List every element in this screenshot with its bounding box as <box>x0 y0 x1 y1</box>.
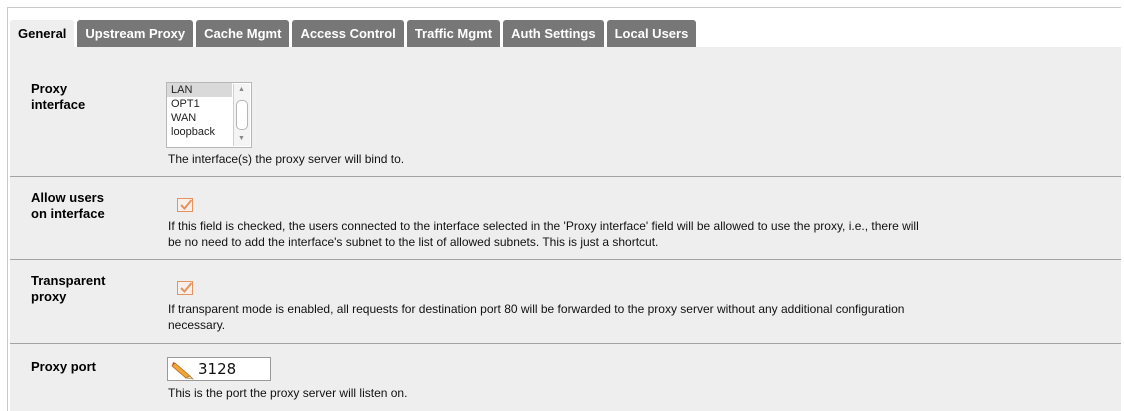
allow-users-label-line1: Allow users <box>31 190 104 205</box>
proxy-interface-label: Proxy interface <box>31 81 85 113</box>
allow-users-label-line2: on interface <box>31 206 105 221</box>
tab-cache-mgmt[interactable]: Cache Mgmt <box>196 20 290 47</box>
proxy-port-description: This is the port the proxy server will l… <box>168 386 408 400</box>
tab-access-control[interactable]: Access Control <box>292 20 404 47</box>
row-divider <box>10 176 1121 177</box>
listbox-option-opt1[interactable]: OPT1 <box>167 97 232 111</box>
row-divider <box>10 343 1121 344</box>
tab-auth-settings[interactable]: Auth Settings <box>503 20 604 47</box>
proxy-port-field[interactable] <box>167 357 271 381</box>
proxy-interface-description: The interface(s) the proxy server will b… <box>168 152 405 166</box>
listbox-scrollbar[interactable]: ▲ ▼ <box>233 84 250 146</box>
tab-upstream-proxy[interactable]: Upstream Proxy <box>77 20 194 47</box>
transparent-proxy-label-line2: proxy <box>31 289 67 304</box>
tab-general[interactable]: General <box>10 20 75 47</box>
tab-local-users[interactable]: Local Users <box>606 20 697 47</box>
checkmark-icon <box>180 282 193 293</box>
transparent-proxy-label: Transparent proxy <box>31 273 105 305</box>
row-divider <box>10 259 1121 260</box>
allow-users-checkbox[interactable] <box>177 198 193 212</box>
transparent-proxy-description-line1: If transparent mode is enabled, all requ… <box>168 302 905 316</box>
allow-users-description: If this field is checked, the users conn… <box>168 218 1113 250</box>
listbox-option-loopback[interactable]: loopback <box>167 125 232 139</box>
tab-bar: General Upstream Proxy Cache Mgmt Access… <box>10 20 697 47</box>
proxy-interface-label-line1: Proxy <box>31 81 68 96</box>
allow-users-description-line2: be no need to add the interface's subnet… <box>168 235 659 249</box>
allow-users-label: Allow users on interface <box>31 190 105 222</box>
checkmark-icon <box>180 199 193 210</box>
proxy-interface-label-line2: interface <box>31 97 86 112</box>
listbox-option-wan[interactable]: WAN <box>167 111 232 125</box>
transparent-proxy-checkbox[interactable] <box>177 281 193 295</box>
allow-users-description-line1: If this field is checked, the users conn… <box>168 219 919 233</box>
scroll-up-arrow-icon[interactable]: ▲ <box>238 86 245 93</box>
scrollbar-thumb[interactable] <box>236 100 248 130</box>
general-settings-panel: Proxy interface LAN OPT1 WAN loopback ▲ … <box>10 47 1121 411</box>
transparent-proxy-description: If transparent mode is enabled, all requ… <box>168 301 1113 333</box>
proxy-port-input[interactable] <box>198 360 268 378</box>
scroll-down-arrow-icon[interactable]: ▼ <box>238 135 245 142</box>
tab-traffic-mgmt[interactable]: Traffic Mgmt <box>406 20 501 47</box>
listbox-option-lan[interactable]: LAN <box>167 83 232 97</box>
proxy-interface-listbox[interactable]: LAN OPT1 WAN loopback ▲ ▼ <box>166 82 252 148</box>
pencil-icon <box>171 362 194 380</box>
transparent-proxy-label-line1: Transparent <box>31 273 106 288</box>
proxy-port-label: Proxy port <box>31 359 97 374</box>
transparent-proxy-description-line2: necessary. <box>168 318 226 332</box>
